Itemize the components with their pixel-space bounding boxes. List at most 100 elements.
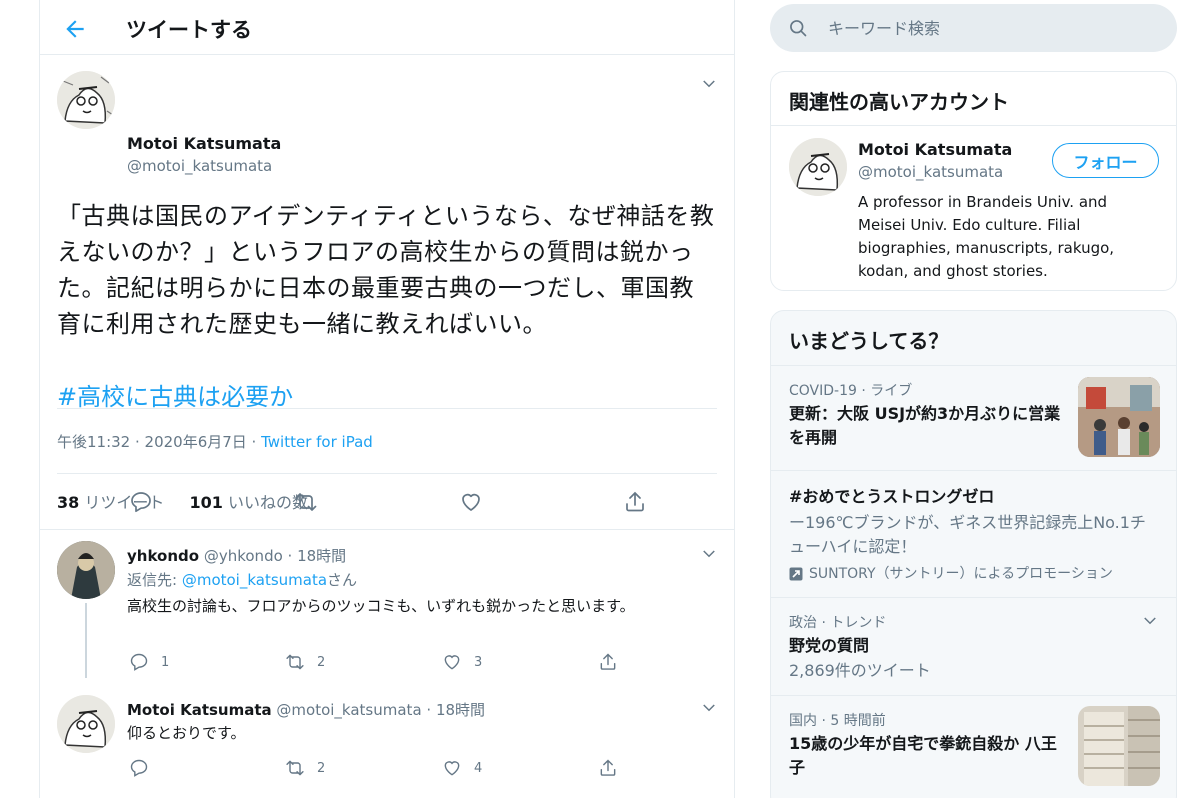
reply-action[interactable] (129, 758, 161, 778)
retweet-count: 2 (317, 760, 326, 776)
reply-author-handle[interactable]: @yhkondo (204, 547, 283, 565)
tweet-text: 「古典は国民のアイデンティティというなら、なぜ神話を教えないのか？」というフロア… (57, 202, 715, 338)
avatar[interactable] (57, 71, 115, 129)
like-stat[interactable]: 101 いいねの数 (189, 493, 308, 512)
trend-photo (1078, 706, 1160, 786)
search-bar[interactable] (770, 4, 1177, 52)
trend-category: 政治 · トレンド (789, 615, 887, 631)
account-bio: A professor in Brandeis Univ. and Meisei… (858, 193, 1115, 280)
like-heart-icon (444, 761, 460, 776)
panel-title: 関連性の高いアカウント (771, 72, 1176, 126)
chevron-down-icon[interactable] (700, 699, 718, 717)
tweet-timestamp[interactable]: 午後11:32 · 2020年6月7日 · (57, 433, 261, 451)
back-arrow-icon[interactable] (62, 16, 88, 42)
promoted-by-text: SUNTORY（サントリー）によるプロモーション (809, 566, 1113, 582)
replying-to-handle[interactable]: @motoi_katsumata (182, 571, 327, 589)
tweet-meta: 午後11:32 · 2020年6月7日 · Twitter for iPad (57, 431, 373, 452)
like-count: 3 (474, 654, 483, 670)
retweet-action[interactable]: 2 (285, 652, 325, 672)
like-heart-icon (444, 655, 460, 670)
share-action[interactable] (598, 758, 618, 778)
account-name[interactable]: Motoi Katsumata (858, 140, 1012, 159)
trend-thumbnail (1078, 706, 1160, 786)
retweet-icon (286, 654, 304, 670)
trend-item[interactable]: 政治 · トレンド 野党の質問 2,869件のツイート (771, 597, 1176, 695)
like-action[interactable]: 3 (442, 652, 482, 672)
reply-time[interactable]: · 18時間 (288, 547, 347, 565)
chevron-down-icon[interactable] (1141, 612, 1159, 630)
trend-title: 野党の質問 (789, 636, 870, 655)
author-name[interactable]: Motoi Katsumata (127, 134, 281, 153)
reply-icon[interactable] (129, 490, 153, 514)
reply-author-handle[interactable]: @motoi_katsumata (276, 701, 421, 719)
reply-action[interactable]: 1 (129, 652, 169, 672)
divider (57, 473, 717, 474)
reply-tweet[interactable]: Motoi Katsumata @motoi_katsumata · 18時間 … (40, 685, 736, 798)
trend-item[interactable]: COVID-19 · ライブ 更新：大阪 USJが約3か月ぶりに営業を再開 (771, 365, 1176, 470)
reply-icon (130, 653, 148, 671)
follow-button[interactable]: フォロー (1052, 143, 1159, 178)
like-action[interactable]: 4 (442, 758, 482, 778)
replying-to-prefix: 返信先: (127, 571, 182, 589)
like-count: 101 (189, 493, 223, 512)
panel-title: いまどうしてる？ (789, 329, 949, 353)
avatar-illustration (57, 695, 115, 753)
share-icon (600, 653, 616, 670)
replying-to-suffix: さん (327, 571, 358, 589)
page-title: ツイートする (126, 18, 252, 42)
tweet-source-link[interactable]: Twitter for iPad (261, 433, 373, 451)
promoted-by[interactable]: SUNTORY（サントリー）によるプロモーション (789, 563, 1113, 585)
thread-line (85, 603, 87, 678)
reply-author-name[interactable]: Motoi Katsumata (127, 701, 272, 719)
reply-icon (130, 759, 148, 777)
reply-tweet[interactable]: yhkondo @yhkondo · 18時間 返信先: @motoi_kats… (40, 531, 736, 678)
trend-photo (1078, 377, 1160, 457)
page-header: ツイートする (40, 0, 734, 55)
relevant-accounts-panel: 関連性の高いアカウント Motoi Katsumata @motoi_katsu… (770, 71, 1177, 291)
trend-item[interactable]: 国内 · 5 時間前 15歳の少年が自宅で拳銃自殺か 八王子 (771, 695, 1176, 798)
search-input[interactable] (828, 4, 1158, 52)
retweet-icon[interactable] (294, 490, 318, 514)
avatar-illustration (57, 541, 115, 599)
like-heart-icon[interactable] (459, 490, 483, 514)
share-icon (600, 759, 616, 776)
trend-category: 国内 · 5 時間前 (789, 713, 886, 729)
trend-description: ー196℃ブランドが、ギネス世界記録売上No.1チューハイに認定！ (789, 513, 1146, 556)
retweet-count: 38 (57, 493, 80, 512)
hashtag-link[interactable]: #高校に古典は必要か (57, 377, 293, 412)
promoted-trend-item[interactable]: #おめでとうストロングゼロ ー196℃ブランドが、ギネス世界記録売上No.1チュ… (771, 470, 1176, 597)
tweet-column: ツイートする Motoi Katsumata @motoi_katsumata … (39, 0, 735, 798)
reply-count: 1 (161, 654, 170, 670)
retweet-action[interactable]: 2 (285, 758, 325, 778)
retweet-icon (286, 760, 304, 776)
reply-time[interactable]: · 18時間 (426, 701, 485, 719)
tweet-stats: 38 リツイート 101 いいねの数 (57, 489, 308, 513)
divider (57, 408, 717, 409)
chevron-down-icon[interactable] (700, 545, 718, 563)
avatar[interactable] (57, 541, 115, 599)
replying-to: 返信先: @motoi_katsumataさん (127, 569, 357, 591)
reply-header: Motoi Katsumata @motoi_katsumata · 18時間 (127, 699, 485, 720)
reply-text: 仰るとおりです。 (127, 724, 246, 742)
trend-title: 更新：大阪 USJが約3か月ぶりに営業を再開 (789, 404, 1061, 447)
trend-category: COVID-19 · ライブ (789, 383, 913, 399)
share-action[interactable] (598, 652, 618, 672)
search-icon (790, 20, 807, 37)
trends-panel: いまどうしてる？ COVID-19 · ライブ 更新：大阪 USJが約3か月ぶり… (770, 310, 1177, 798)
reply-author-name[interactable]: yhkondo (127, 547, 199, 565)
avatar-illustration (789, 138, 847, 196)
avatar[interactable] (57, 695, 115, 753)
main-tweet: Motoi Katsumata @motoi_katsumata 「古典は国民の… (40, 55, 734, 530)
reply-header: yhkondo @yhkondo · 18時間 (127, 545, 346, 566)
avatar[interactable] (789, 138, 847, 196)
reply-text: 高校生の討論も、フロアからのツッコミも、いずれも鋭かったと思います。 (127, 597, 635, 615)
share-icon[interactable] (623, 490, 647, 514)
chevron-down-icon[interactable] (700, 75, 718, 93)
trend-title: 15歳の少年が自宅で拳銃自殺か 八王子 (789, 734, 1057, 777)
avatar-illustration (57, 71, 115, 129)
retweet-count: 2 (317, 654, 326, 670)
promoted-icon (789, 567, 803, 581)
trend-thumbnail (1078, 377, 1160, 457)
author-handle[interactable]: @motoi_katsumata (127, 157, 272, 175)
account-handle[interactable]: @motoi_katsumata (858, 163, 1003, 181)
